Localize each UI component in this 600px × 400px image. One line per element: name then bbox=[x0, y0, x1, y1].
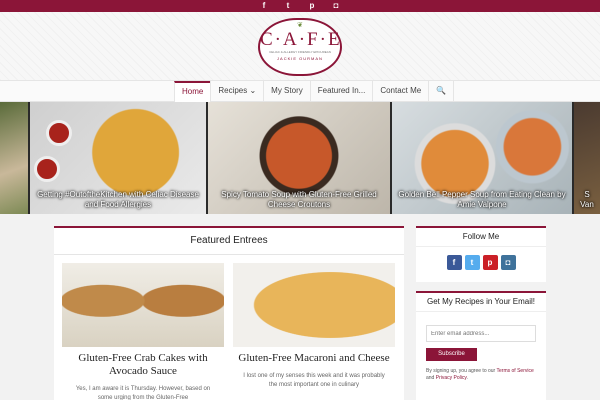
disclaimer-text: By signing up, you agree to our bbox=[426, 368, 497, 374]
slide[interactable]: Golden Bell Pepper Soup from Eating Clea… bbox=[392, 102, 572, 214]
nav-contact-me[interactable]: Contact Me bbox=[372, 81, 428, 102]
disclaimer-text: and bbox=[426, 375, 436, 381]
search-icon[interactable]: 🔍 bbox=[428, 81, 455, 102]
main-nav: Home Recipes ⌄ My Story Featured In... C… bbox=[0, 80, 600, 102]
privacy-link[interactable]: Privacy Policy bbox=[436, 375, 467, 381]
nav-featured-in[interactable]: Featured In... bbox=[309, 81, 373, 102]
disclaimer-text: . bbox=[466, 375, 468, 381]
slide-caption: S Van bbox=[580, 190, 594, 209]
nav-home[interactable]: Home bbox=[174, 81, 211, 102]
post-thumbnail[interactable] bbox=[62, 263, 224, 347]
ketchup-bowl bbox=[46, 120, 72, 146]
section-title: Featured Entrees bbox=[54, 228, 404, 255]
slide-caption: Getting #OutoftheKitchen with Celiac Dis… bbox=[37, 190, 199, 209]
post-card[interactable]: Gluten-Free Crab Cakes with Avocado Sauc… bbox=[62, 263, 224, 400]
widget-title: Follow Me bbox=[416, 228, 546, 247]
logo-brand: C·A·F·E bbox=[260, 29, 342, 50]
post-excerpt: Yes, I am aware it is Thursday. However,… bbox=[75, 386, 211, 400]
post-card[interactable]: Gluten-Free Macaroni and Cheese I lost o… bbox=[233, 263, 395, 390]
email-field[interactable] bbox=[426, 325, 536, 342]
newsletter-widget: Get My Recipes in Your Email! Subscribe … bbox=[416, 291, 546, 400]
featured-slider: Getting #OutoftheKitchen with Celiac Dis… bbox=[0, 102, 600, 214]
ketchup-bowl bbox=[34, 156, 60, 182]
terms-link[interactable]: Terms of Service bbox=[497, 368, 534, 374]
top-social-bar: f t p ◘ bbox=[0, 0, 600, 12]
follow-me-widget: Follow Me f t p ◘ bbox=[416, 226, 546, 282]
slide-caption: Golden Bell Pepper Soup from Eating Clea… bbox=[398, 190, 566, 209]
site-logo[interactable]: ❦ C·A·F·E CELIAC & ALLERGY FRIENDLY EPIC… bbox=[258, 18, 342, 76]
widget-title: Get My Recipes in Your Email! bbox=[416, 293, 546, 312]
pinterest-icon[interactable]: p bbox=[482, 255, 498, 270]
instagram-icon[interactable]: ◘ bbox=[331, 0, 341, 12]
site-header: ❦ C·A·F·E CELIAC & ALLERGY FRIENDLY EPIC… bbox=[0, 12, 600, 80]
nav-recipes[interactable]: Recipes ⌄ bbox=[210, 81, 263, 102]
post-thumbnail[interactable] bbox=[233, 263, 395, 347]
instagram-icon[interactable]: ◘ bbox=[500, 255, 516, 270]
post-title[interactable]: Gluten-Free Crab Cakes with Avocado Sauc… bbox=[62, 352, 224, 378]
nav-my-story[interactable]: My Story bbox=[263, 81, 310, 102]
logo-author: JACKIE OURMAN bbox=[277, 56, 323, 61]
facebook-icon[interactable]: f bbox=[446, 255, 462, 270]
pinterest-icon[interactable]: p bbox=[307, 0, 317, 12]
post-excerpt: I lost one of my senses this week and it… bbox=[243, 373, 385, 388]
signup-disclaimer: By signing up, you agree to our Terms of… bbox=[416, 368, 546, 382]
post-title[interactable]: Gluten-Free Macaroni and Cheese bbox=[233, 352, 395, 365]
facebook-icon[interactable]: f bbox=[259, 0, 269, 12]
slide-caption: Spicy Tomato Soup with Gluten-Free Grill… bbox=[221, 190, 377, 209]
twitter-icon[interactable]: t bbox=[464, 255, 480, 270]
slide[interactable]: S Van bbox=[574, 102, 600, 214]
twitter-icon[interactable]: t bbox=[283, 0, 293, 12]
slide[interactable] bbox=[0, 102, 28, 214]
slide[interactable]: Spicy Tomato Soup with Gluten-Free Grill… bbox=[208, 102, 390, 214]
slide[interactable]: Getting #OutoftheKitchen with Celiac Dis… bbox=[30, 102, 206, 214]
subscribe-button[interactable]: Subscribe bbox=[426, 348, 477, 361]
featured-entrees-section: Featured Entrees Gluten-Free Crab Cakes … bbox=[54, 226, 404, 400]
